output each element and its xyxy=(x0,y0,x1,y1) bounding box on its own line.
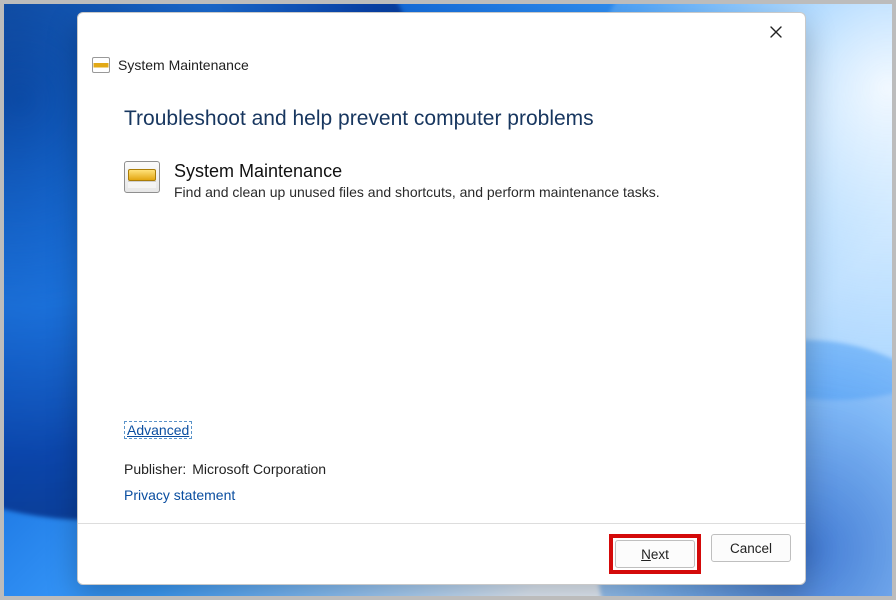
dialog-footer: Next Cancel xyxy=(78,523,805,584)
titlebar xyxy=(78,13,805,59)
wizard-title: System Maintenance xyxy=(118,57,249,73)
privacy-link[interactable]: Privacy statement xyxy=(124,487,235,503)
troubleshooter-item: System Maintenance Find and clean up unu… xyxy=(124,161,759,200)
next-accel: N xyxy=(641,547,651,562)
wizard-header: System Maintenance xyxy=(78,57,805,79)
item-title: System Maintenance xyxy=(174,161,660,182)
advanced-link[interactable]: Advanced xyxy=(124,421,192,439)
publisher-label: Publisher: xyxy=(124,461,186,477)
publisher-row: Publisher: Microsoft Corporation xyxy=(124,461,759,477)
next-highlight: Next xyxy=(609,534,701,574)
dialog-body: Troubleshoot and help prevent computer p… xyxy=(78,79,805,523)
close-button[interactable] xyxy=(755,19,797,49)
item-description: Find and clean up unused files and short… xyxy=(174,184,660,200)
troubleshooter-dialog: System Maintenance Troubleshoot and help… xyxy=(77,12,806,585)
publisher-value: Microsoft Corporation xyxy=(192,461,326,477)
wizard-icon xyxy=(92,57,110,73)
maintenance-icon xyxy=(124,161,160,193)
next-rest: ext xyxy=(651,547,669,562)
close-icon xyxy=(770,25,782,43)
cancel-button[interactable]: Cancel xyxy=(711,534,791,562)
next-button[interactable]: Next xyxy=(615,540,695,568)
page-heading: Troubleshoot and help prevent computer p… xyxy=(124,107,759,131)
